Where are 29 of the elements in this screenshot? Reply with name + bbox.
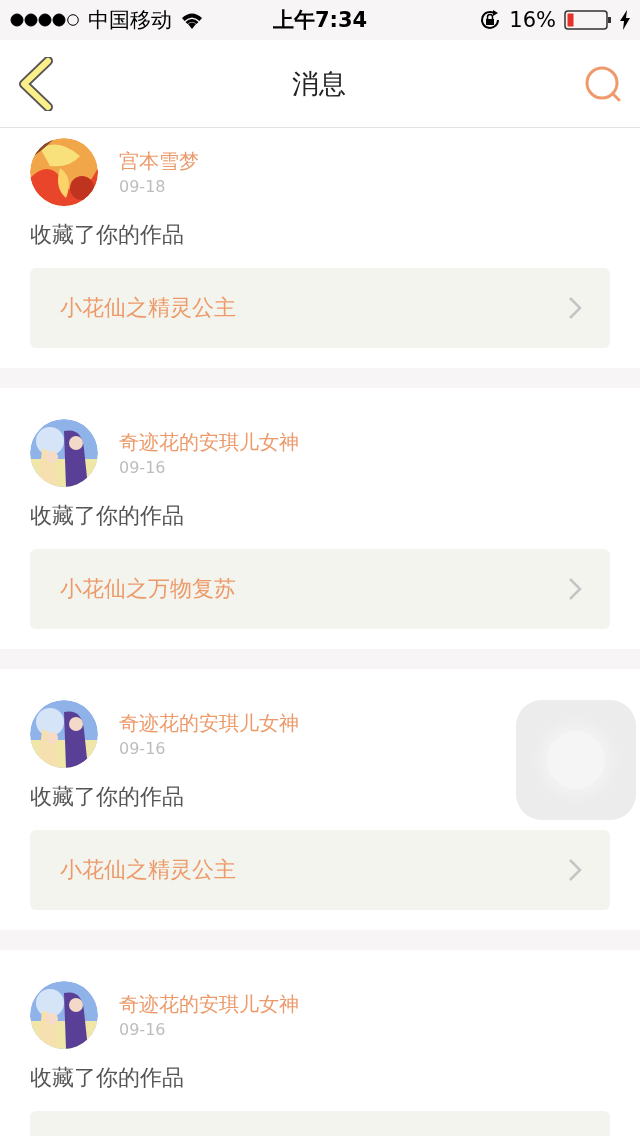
chevron-icon (568, 296, 582, 320)
chevron-icon (568, 577, 582, 601)
battery-icon (564, 10, 612, 30)
user-name[interactable]: 奇迹花的安琪儿女神 (119, 991, 299, 1018)
signal-icon (10, 13, 80, 27)
work-link[interactable]: 小花仙之精灵公主 (30, 830, 610, 910)
message-date: 09-18 (119, 177, 167, 196)
message-date: 09-16 (119, 739, 167, 758)
rotation-lock-icon (479, 9, 502, 31)
user-name[interactable]: 宫本雪梦 (119, 148, 199, 175)
back-icon[interactable] (18, 56, 54, 111)
search-icon[interactable] (584, 64, 622, 103)
message-date: 09-16 (119, 458, 167, 477)
charging-icon (620, 10, 630, 30)
message-text: 收藏了你的作品 (30, 783, 185, 811)
battery-percentage: 16% (509, 8, 556, 32)
message-text: 收藏了你的作品 (30, 502, 185, 530)
chevron-icon (568, 858, 582, 882)
page-title: 消息 (292, 66, 346, 101)
user-name[interactable]: 奇迹花的安琪儿女神 (119, 710, 299, 737)
message-date: 09-16 (119, 1020, 167, 1039)
user-name[interactable]: 奇迹花的安琪儿女神 (119, 429, 299, 456)
work-link[interactable]: 小花仙之万物复苏 (30, 549, 610, 629)
work-link[interactable]: 小花仙之精灵公主 (30, 268, 610, 348)
message-text: 收藏了你的作品 (30, 221, 185, 249)
wifi-icon (180, 11, 204, 29)
clock-time: 上午7:34 (272, 7, 368, 34)
message-text: 收藏了你的作品 (30, 1064, 185, 1092)
carrier-name: 中国移动 (88, 7, 172, 34)
